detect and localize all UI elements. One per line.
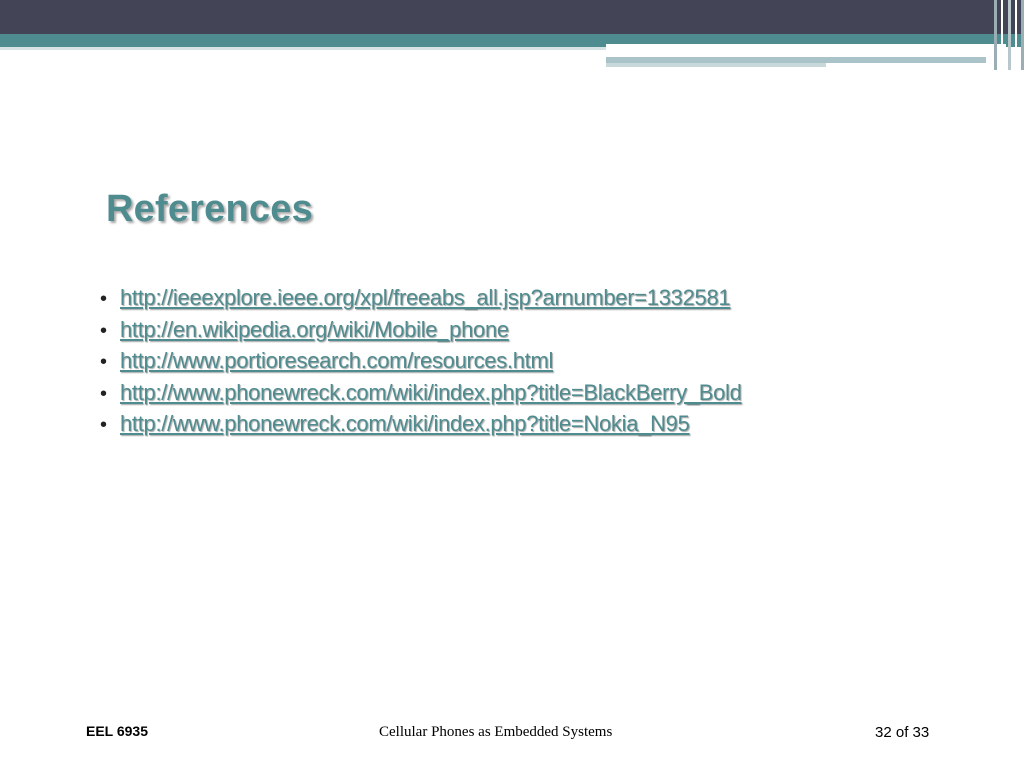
reference-item: • http://en.wikipedia.org/wiki/Mobile_ph… — [100, 315, 742, 347]
bullet: • — [100, 319, 108, 342]
reference-link-portioresearch[interactable]: http://www.portioresearch.com/resources.… — [120, 346, 553, 377]
decorative-line — [1001, 0, 1004, 70]
slide-title: References — [106, 188, 313, 230]
top-right-decorative-lines — [994, 0, 1024, 70]
reference-link-ieeexplore[interactable]: http://ieeexplore.ieee.org/xpl/freeabs_a… — [120, 283, 731, 314]
reference-item: • http://www.phonewreck.com/wiki/index.p… — [100, 378, 742, 410]
reference-link-wikipedia[interactable]: http://en.wikipedia.org/wiki/Mobile_phon… — [120, 315, 509, 346]
bullet: • — [100, 382, 108, 405]
footer-presentation-title: Cellular Phones as Embedded Systems — [379, 724, 613, 740]
bullet: • — [100, 351, 108, 373]
references-list: • http://ieeexplore.ieee.org/xpl/freeabs… — [100, 283, 742, 441]
reference-item: • http://ieeexplore.ieee.org/xpl/freeabs… — [100, 283, 742, 315]
reference-link-phonewreck-blackberry[interactable]: http://www.phonewreck.com/wiki/index.php… — [120, 378, 742, 409]
reference-item: • http://www.portioresearch.com/resource… — [100, 346, 742, 378]
top-banner-dark — [0, 0, 1024, 34]
bullet: • — [100, 288, 108, 310]
bullet: • — [100, 414, 108, 436]
decorative-line — [1014, 0, 1017, 70]
decorative-line — [994, 0, 997, 70]
decorative-line — [1007, 0, 1011, 70]
footer-page-indicator: 32 of 33 — [875, 724, 930, 741]
reference-link-phonewreck-nokia[interactable]: http://www.phonewreck.com/wiki/index.php… — [120, 409, 690, 440]
footer-course-code: EEL 6935 — [86, 723, 149, 739]
top-banner-pale-strip — [0, 47, 606, 50]
top-banner-light-bar-secondary — [606, 63, 826, 67]
slide: References • http://ieeexplore.ieee.org/… — [0, 0, 1024, 768]
reference-item: • http://www.phonewreck.com/wiki/index.p… — [100, 409, 742, 441]
